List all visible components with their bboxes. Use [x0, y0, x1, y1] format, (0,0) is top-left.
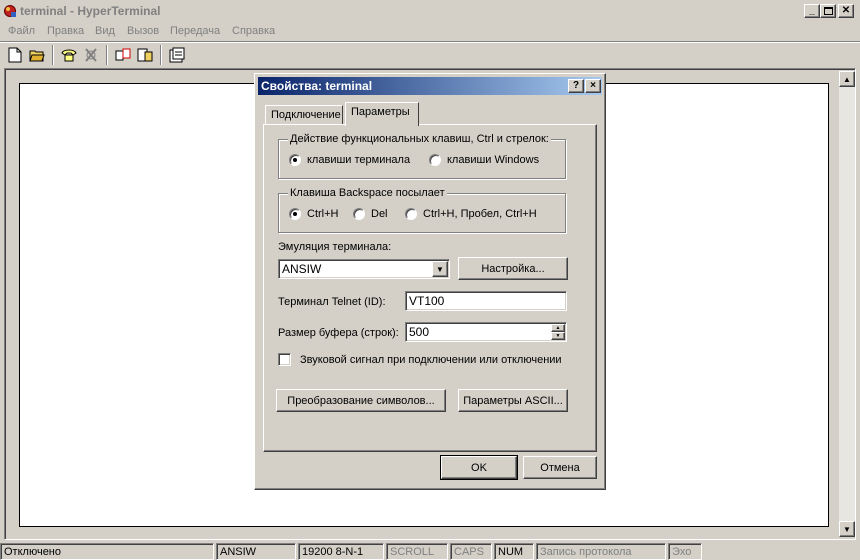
radio-ctrl-h-space-label: Ctrl+H, Пробел, Ctrl+H — [423, 208, 537, 220]
buffer-size-value: 500 — [409, 325, 430, 339]
telnet-id-label: Терминал Telnet (ID): — [278, 296, 386, 308]
menu-call[interactable]: Вызов — [127, 25, 159, 37]
status-settings: 19200 8-N-1 — [298, 543, 384, 560]
dial-button[interactable] — [58, 44, 80, 66]
ok-button[interactable]: OK — [440, 455, 518, 480]
properties-dialog: Свойства: terminal ? × Подключение Парам… — [254, 73, 606, 490]
dialog-close-button[interactable]: × — [585, 79, 601, 93]
receive-icon — [137, 48, 153, 62]
vertical-scrollbar[interactable]: ▲ ▼ — [839, 71, 855, 537]
hangup-icon — [85, 48, 97, 62]
backspace-group-legend: Клавиша Backspace посылает — [288, 187, 447, 199]
toolbar-separator — [52, 45, 54, 65]
open-icon — [29, 50, 45, 62]
stepper-down-button[interactable]: ▼ — [551, 332, 565, 340]
close-button[interactable]: ✕ — [838, 4, 854, 18]
radio-ctrl-h-space[interactable] — [405, 208, 417, 220]
radio-ctrl-h[interactable] — [289, 208, 301, 220]
close-icon: ✕ — [841, 5, 851, 16]
hyperterminal-icon — [4, 5, 16, 17]
dialog-title: Свойства: terminal — [261, 79, 373, 93]
dropdown-button[interactable]: ▼ — [432, 261, 448, 277]
send-icon — [115, 48, 131, 61]
sound-checkbox-label: Звуковой сигнал при подключении или откл… — [300, 354, 562, 366]
telnet-id-input[interactable]: VT100 — [405, 291, 567, 311]
buffer-size-stepper[interactable]: 500 ▲ ▼ — [405, 322, 567, 342]
send-button[interactable] — [112, 44, 134, 66]
scroll-up-button[interactable]: ▲ — [839, 71, 855, 87]
menu-file[interactable]: Файл — [8, 25, 35, 37]
toolbar-separator — [106, 45, 108, 65]
emulation-setup-button[interactable]: Настройка... — [458, 257, 568, 280]
help-button[interactable]: ? — [568, 79, 584, 93]
new-icon — [8, 47, 22, 63]
dial-icon — [61, 49, 77, 62]
radio-terminal-keys-label: клавиши терминала — [307, 154, 411, 166]
new-button[interactable] — [4, 44, 26, 66]
menu-edit[interactable]: Правка — [47, 25, 84, 37]
radio-del[interactable] — [353, 208, 365, 220]
maximize-icon — [823, 7, 833, 15]
help-icon: ? — [572, 80, 580, 91]
maximize-button[interactable] — [820, 4, 836, 18]
tab-connection[interactable]: Подключение — [265, 105, 343, 125]
emulation-select[interactable]: ANSIW ▼ — [278, 259, 450, 279]
status-scroll: SCROLL — [386, 543, 448, 560]
backspace-group: Клавиша Backspace посылает Ctrl+H Del Ct… — [278, 187, 566, 233]
emulation-value: ANSIW — [282, 262, 322, 276]
stepper-up-button[interactable]: ▲ — [551, 324, 565, 332]
status-log: Запись протокола — [536, 543, 666, 560]
properties-button[interactable] — [166, 44, 188, 66]
arrow-up-icon: ▲ — [555, 325, 561, 331]
scroll-down-button[interactable]: ▼ — [839, 521, 855, 537]
menu-view[interactable]: Вид — [95, 25, 115, 37]
emulation-label: Эмуляция терминала: — [278, 241, 392, 253]
toolbar-separator — [160, 45, 162, 65]
keys-group: Действие функциональных клавиш, Ctrl и с… — [278, 133, 566, 179]
radio-del-label: Del — [371, 208, 388, 220]
tab-settings[interactable]: Параметры — [345, 102, 419, 126]
sound-checkbox[interactable] — [278, 353, 291, 366]
receive-button[interactable] — [134, 44, 156, 66]
radio-windows-keys-label: клавиши Windows — [447, 154, 540, 166]
properties-icon — [169, 47, 185, 63]
arrow-down-icon: ▼ — [843, 524, 851, 534]
keys-group-legend: Действие функциональных клавиш, Ctrl и с… — [288, 133, 551, 145]
radio-windows-keys[interactable] — [429, 154, 441, 166]
status-bar: Отключено ANSIW 19200 8-N-1 SCROLL CAPS … — [0, 542, 860, 560]
close-icon: × — [590, 80, 596, 91]
window-title: terminal - HyperTerminal — [20, 4, 161, 18]
hangup-button[interactable] — [80, 44, 102, 66]
arrow-up-icon: ▲ — [843, 74, 851, 84]
status-num: NUM — [494, 543, 534, 560]
radio-ctrl-h-label: Ctrl+H — [307, 208, 339, 220]
cancel-button[interactable]: Отмена — [523, 456, 597, 479]
status-emulation: ANSIW — [216, 543, 296, 560]
status-echo: Эхо — [668, 543, 702, 560]
toolbar — [0, 41, 860, 67]
app-title-bar: terminal - HyperTerminal _ ✕ — [0, 0, 860, 22]
arrow-down-icon: ▼ — [555, 333, 561, 339]
radio-terminal-keys[interactable] — [289, 154, 301, 166]
dialog-title-bar: Свойства: terminal ? × — [258, 77, 602, 95]
character-conversion-button[interactable]: Преобразование символов... — [276, 389, 446, 412]
menu-bar: Файл Правка Вид Вызов Передача Справка — [0, 22, 860, 40]
minimize-icon: _ — [809, 5, 815, 16]
settings-tab-panel: Действие функциональных клавиш, Ctrl и с… — [263, 124, 597, 452]
status-caps: CAPS — [450, 543, 492, 560]
menu-transfer[interactable]: Передача — [170, 25, 220, 37]
open-button[interactable] — [26, 44, 48, 66]
ascii-settings-button[interactable]: Параметры ASCII... — [458, 389, 568, 412]
minimize-button[interactable]: _ — [804, 4, 820, 18]
chevron-down-icon: ▼ — [436, 264, 444, 274]
menu-help[interactable]: Справка — [232, 25, 275, 37]
buffer-size-label: Размер буфера (строк): — [278, 327, 399, 339]
status-connection: Отключено — [0, 543, 214, 560]
